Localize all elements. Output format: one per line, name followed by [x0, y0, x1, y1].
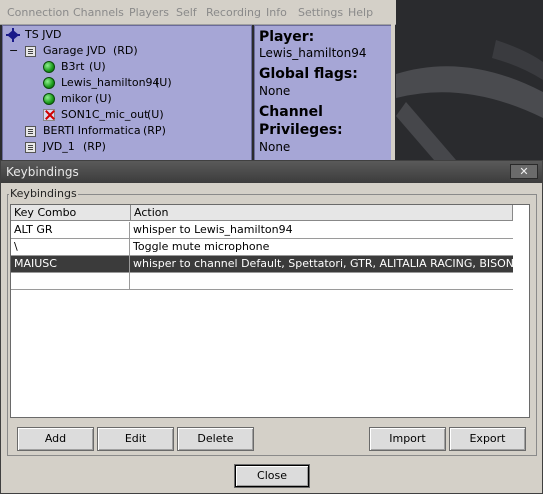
import-button[interactable]: Import — [369, 427, 446, 451]
keybindings-dialog: Keybindings ✕ Keybindings Key Combo Acti… — [0, 160, 543, 494]
player-label: Lewis_hamilton94 — [61, 76, 160, 89]
group-label: Keybindings — [9, 187, 78, 200]
table-row-empty[interactable] — [11, 273, 513, 290]
player-flags: (U) — [89, 60, 106, 73]
menu-settings[interactable]: Settings — [298, 6, 343, 19]
player-label: mikor — [61, 92, 93, 105]
main-window: Connection Channels Players Self Recordi… — [0, 0, 543, 162]
player-flags: (U) — [147, 108, 164, 121]
menu-connection[interactable]: Connection — [7, 6, 69, 19]
global-flags-value: None — [259, 84, 291, 98]
key-combo-cell: ALT GR — [11, 222, 130, 238]
channel-flags: (RP) — [83, 140, 106, 153]
table-row[interactable]: \ Toggle mute microphone — [11, 239, 513, 256]
menu-self[interactable]: Self — [176, 6, 197, 19]
menu-bar: Connection Channels Players Self Recordi… — [0, 0, 396, 25]
action-cell — [130, 273, 513, 289]
column-header-action[interactable]: Action — [131, 205, 513, 221]
server-name: TS JVD — [25, 28, 62, 41]
key-combo-cell: \ — [11, 239, 130, 255]
player-label: SON1C_mic_out — [61, 108, 149, 121]
column-header-key-combo[interactable]: Key Combo — [11, 205, 131, 221]
edit-button[interactable]: Edit — [97, 427, 174, 451]
info-panel: Player: Lewis_hamilton94 Global flags: N… — [254, 25, 392, 162]
export-button[interactable]: Export — [449, 427, 526, 451]
key-combo-cell: MAIUSC — [11, 256, 130, 272]
action-cell: whisper to Lewis_hamilton94 — [133, 223, 293, 236]
channel-label: BERTI Informatica — [43, 124, 141, 137]
player-flags: (U) — [95, 92, 112, 105]
player-value: Lewis_hamilton94 — [259, 46, 367, 60]
channel-label: Garage JVD — [43, 44, 107, 57]
privileges-heading: Privileges: — [259, 122, 343, 138]
channel-flags: (RP) — [143, 124, 166, 137]
close-icon[interactable]: ✕ — [510, 164, 538, 179]
key-combo-cell — [11, 273, 130, 289]
player-status-icon — [43, 61, 55, 73]
keybindings-list[interactable]: Key Combo Action ALT GR whisper to Lewis… — [10, 204, 530, 418]
window-border — [391, 0, 395, 160]
menu-channels[interactable]: Channels — [73, 6, 124, 19]
menu-help[interactable]: Help — [348, 6, 373, 19]
channel-icon — [25, 46, 36, 57]
table-row-selected[interactable]: MAIUSC whisper to channel Default, Spett… — [11, 256, 513, 273]
action-cell: Toggle mute microphone — [133, 240, 270, 253]
add-button[interactable]: Add — [17, 427, 94, 451]
player-status-icon — [43, 77, 55, 89]
channel-icon — [25, 142, 36, 153]
channel-label: JVD_1 — [43, 140, 75, 153]
channel-flags: (RD) — [113, 44, 138, 57]
collapse-icon[interactable]: − — [9, 43, 18, 59]
server-icon — [5, 28, 21, 42]
menu-recording[interactable]: Recording — [206, 6, 261, 19]
player-heading: Player: — [259, 29, 315, 45]
muted-player-icon — [43, 109, 55, 121]
global-flags-heading: Global flags: — [259, 66, 358, 82]
channel-heading: Channel — [259, 104, 323, 120]
privileges-value: None — [259, 140, 291, 154]
channel-icon — [25, 126, 36, 137]
delete-button[interactable]: Delete — [177, 427, 254, 451]
dialog-title: Keybindings — [6, 165, 79, 179]
player-label: B3rt — [61, 60, 85, 73]
close-button[interactable]: Close — [234, 464, 310, 488]
dialog-titlebar[interactable]: Keybindings ✕ — [1, 161, 542, 183]
menu-players[interactable]: Players — [129, 6, 169, 19]
channel-tree[interactable]: TS JVD − Garage JVD (RD) B3rt (U) Lewis_… — [2, 25, 252, 162]
table-row[interactable]: ALT GR whisper to Lewis_hamilton94 — [11, 222, 513, 239]
background-logo — [396, 0, 543, 160]
player-flags: (U) — [155, 76, 172, 89]
action-cell: whisper to channel Default, Spettatori, … — [133, 257, 513, 270]
player-status-icon — [43, 93, 55, 105]
menu-info[interactable]: Info — [266, 6, 287, 19]
